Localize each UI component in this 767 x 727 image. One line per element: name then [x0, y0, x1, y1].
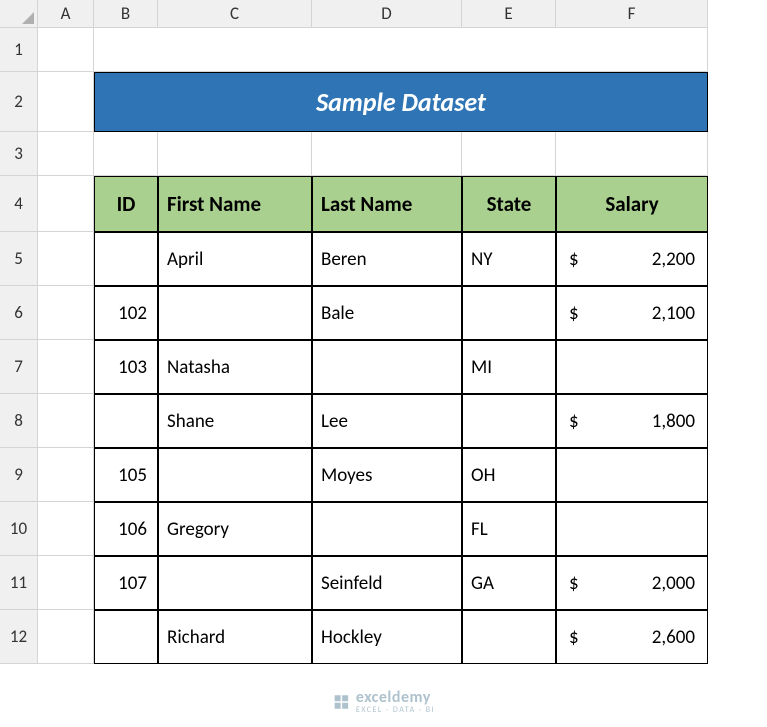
cell-a5[interactable] — [38, 232, 94, 286]
cell-e3[interactable] — [462, 132, 556, 176]
data-salary[interactable]: $2,600 — [556, 610, 708, 664]
row-header-7[interactable]: 7 — [0, 340, 38, 394]
cell-a12[interactable] — [38, 610, 94, 664]
data-id[interactable]: 107 — [94, 556, 158, 610]
data-last[interactable]: Moyes — [312, 448, 462, 502]
data-first[interactable]: Gregory — [158, 502, 312, 556]
cell-a8[interactable] — [38, 394, 94, 448]
row-header-12[interactable]: 12 — [0, 610, 38, 664]
cell-d3[interactable] — [312, 132, 462, 176]
data-salary[interactable]: $1,800 — [556, 394, 708, 448]
currency-symbol: $ — [569, 626, 579, 649]
data-id[interactable] — [94, 394, 158, 448]
header-last[interactable]: Last Name — [312, 176, 462, 232]
cell-a2[interactable] — [38, 72, 94, 132]
row-header-3[interactable]: 3 — [0, 132, 38, 176]
cell-a11[interactable] — [38, 556, 94, 610]
data-last[interactable] — [312, 340, 462, 394]
col-header-f[interactable]: F — [556, 0, 708, 28]
watermark-tag: EXCEL · DATA · BI — [356, 705, 435, 715]
spreadsheet-grid: A B C D E F 1 2 Sample Dataset 3 4 ID Fi… — [0, 0, 767, 664]
salary-amount: 2,600 — [652, 626, 695, 649]
data-state[interactable] — [462, 394, 556, 448]
salary-amount: 2,200 — [652, 248, 695, 271]
data-last[interactable]: Seinfeld — [312, 556, 462, 610]
col-header-e[interactable]: E — [462, 0, 556, 28]
data-salary[interactable] — [556, 448, 708, 502]
data-salary[interactable]: $2,000 — [556, 556, 708, 610]
cell-c3[interactable] — [158, 132, 312, 176]
data-first[interactable] — [158, 448, 312, 502]
cell-a10[interactable] — [38, 502, 94, 556]
data-salary[interactable]: $2,200 — [556, 232, 708, 286]
cell-a1[interactable] — [38, 28, 94, 72]
data-id[interactable]: 105 — [94, 448, 158, 502]
data-state[interactable] — [462, 610, 556, 664]
data-state[interactable]: OH — [462, 448, 556, 502]
data-state[interactable]: FL — [462, 502, 556, 556]
row-header-8[interactable]: 8 — [0, 394, 38, 448]
data-last[interactable]: Bale — [312, 286, 462, 340]
data-id[interactable] — [94, 610, 158, 664]
data-id[interactable] — [94, 232, 158, 286]
row-header-1[interactable]: 1 — [0, 28, 38, 72]
data-salary[interactable]: $2,100 — [556, 286, 708, 340]
data-state[interactable]: GA — [462, 556, 556, 610]
data-first[interactable]: April — [158, 232, 312, 286]
salary-amount: 1,800 — [652, 410, 695, 433]
data-salary[interactable] — [556, 502, 708, 556]
data-salary[interactable] — [556, 340, 708, 394]
row-header-6[interactable]: 6 — [0, 286, 38, 340]
salary-amount: 2,100 — [652, 302, 695, 325]
cell-a9[interactable] — [38, 448, 94, 502]
data-first[interactable]: Richard — [158, 610, 312, 664]
currency-symbol: $ — [569, 572, 579, 595]
cell-a6[interactable] — [38, 286, 94, 340]
data-state[interactable]: MI — [462, 340, 556, 394]
title-cell[interactable]: Sample Dataset — [94, 72, 708, 132]
row-header-10[interactable]: 10 — [0, 502, 38, 556]
data-state[interactable] — [462, 286, 556, 340]
row-header-11[interactable]: 11 — [0, 556, 38, 610]
data-id[interactable]: 102 — [94, 286, 158, 340]
header-salary[interactable]: Salary — [556, 176, 708, 232]
cell-a3[interactable] — [38, 132, 94, 176]
data-last[interactable]: Lee — [312, 394, 462, 448]
currency-symbol: $ — [569, 248, 579, 271]
cell-f3[interactable] — [556, 132, 708, 176]
data-last[interactable]: Beren — [312, 232, 462, 286]
col-header-d[interactable]: D — [312, 0, 462, 28]
row-header-4[interactable]: 4 — [0, 176, 38, 232]
logo-icon — [332, 693, 350, 711]
watermark: exceldemy EXCEL · DATA · BI — [332, 688, 435, 715]
col-header-b[interactable]: B — [94, 0, 158, 28]
currency-symbol: $ — [569, 410, 579, 433]
data-last[interactable]: Hockley — [312, 610, 462, 664]
cell-a4[interactable] — [38, 176, 94, 232]
data-first[interactable]: Shane — [158, 394, 312, 448]
cell-b3[interactable] — [94, 132, 158, 176]
row-header-2[interactable]: 2 — [0, 72, 38, 132]
cell-a7[interactable] — [38, 340, 94, 394]
col-header-a[interactable]: A — [38, 0, 94, 28]
data-last[interactable] — [312, 502, 462, 556]
cell-b1[interactable] — [94, 28, 708, 72]
header-state[interactable]: State — [462, 176, 556, 232]
header-first[interactable]: First Name — [158, 176, 312, 232]
row-header-9[interactable]: 9 — [0, 448, 38, 502]
currency-symbol: $ — [569, 302, 579, 325]
data-first[interactable] — [158, 556, 312, 610]
data-id[interactable]: 106 — [94, 502, 158, 556]
data-id[interactable]: 103 — [94, 340, 158, 394]
header-id[interactable]: ID — [94, 176, 158, 232]
data-state[interactable]: NY — [462, 232, 556, 286]
col-header-c[interactable]: C — [158, 0, 312, 28]
data-first[interactable]: Natasha — [158, 340, 312, 394]
salary-amount: 2,000 — [652, 572, 695, 595]
select-all-corner[interactable] — [0, 0, 38, 28]
data-first[interactable] — [158, 286, 312, 340]
row-header-5[interactable]: 5 — [0, 232, 38, 286]
